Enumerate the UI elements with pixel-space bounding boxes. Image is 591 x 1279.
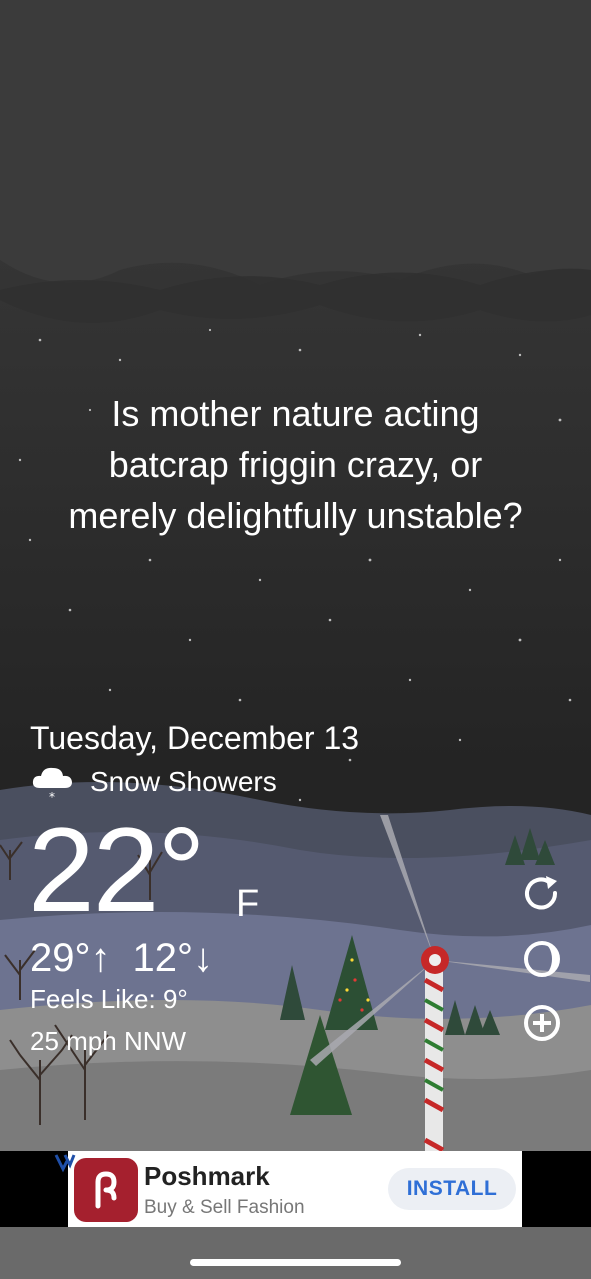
temperature-unit[interactable]: F: [236, 883, 259, 926]
home-indicator[interactable]: [190, 1259, 401, 1266]
high-low-temps: 29°↑ 12°↓: [30, 936, 213, 981]
theme-button[interactable]: [520, 937, 564, 981]
poshmark-logo: [74, 1158, 138, 1222]
ad-choices-icon[interactable]: [54, 1153, 76, 1173]
ad-banner[interactable]: Poshmark Buy & Sell Fashion INSTALL: [68, 1151, 522, 1227]
high-temp: 29°↑: [30, 936, 111, 980]
ad-subtitle: Buy & Sell Fashion: [144, 1197, 305, 1218]
quote-line-1: Is mother nature acting: [111, 393, 480, 434]
wind-info: 25 mph NNW: [30, 1026, 187, 1056]
low-temp: 12°↓: [132, 936, 214, 980]
ad-title: Poshmark: [144, 1161, 270, 1191]
install-button[interactable]: INSTALL: [388, 1168, 516, 1210]
quote-line-3: merely delightfully unstable?: [68, 495, 523, 536]
snow-cloud-icon: *: [30, 762, 76, 804]
current-temperature: 22°: [28, 803, 205, 937]
refresh-icon: [525, 876, 558, 910]
add-location-button[interactable]: [520, 1001, 564, 1045]
quote-line-2: batcrap friggin crazy, or: [108, 444, 483, 485]
weather-quote: Is mother nature acting batcrap friggin …: [20, 388, 571, 541]
condition-row: * Snow Showers: [30, 762, 277, 804]
refresh-button[interactable]: [520, 873, 564, 917]
weather-scene-background: [0, 0, 591, 1279]
feels-like: Feels Like: 9°: [30, 984, 188, 1014]
condition-label: Snow Showers: [90, 766, 277, 797]
add-icon: [524, 1005, 560, 1041]
forecast-date: Tuesday, December 13: [30, 720, 360, 756]
theme-icon: [524, 941, 560, 977]
svg-text:*: *: [49, 790, 55, 802]
